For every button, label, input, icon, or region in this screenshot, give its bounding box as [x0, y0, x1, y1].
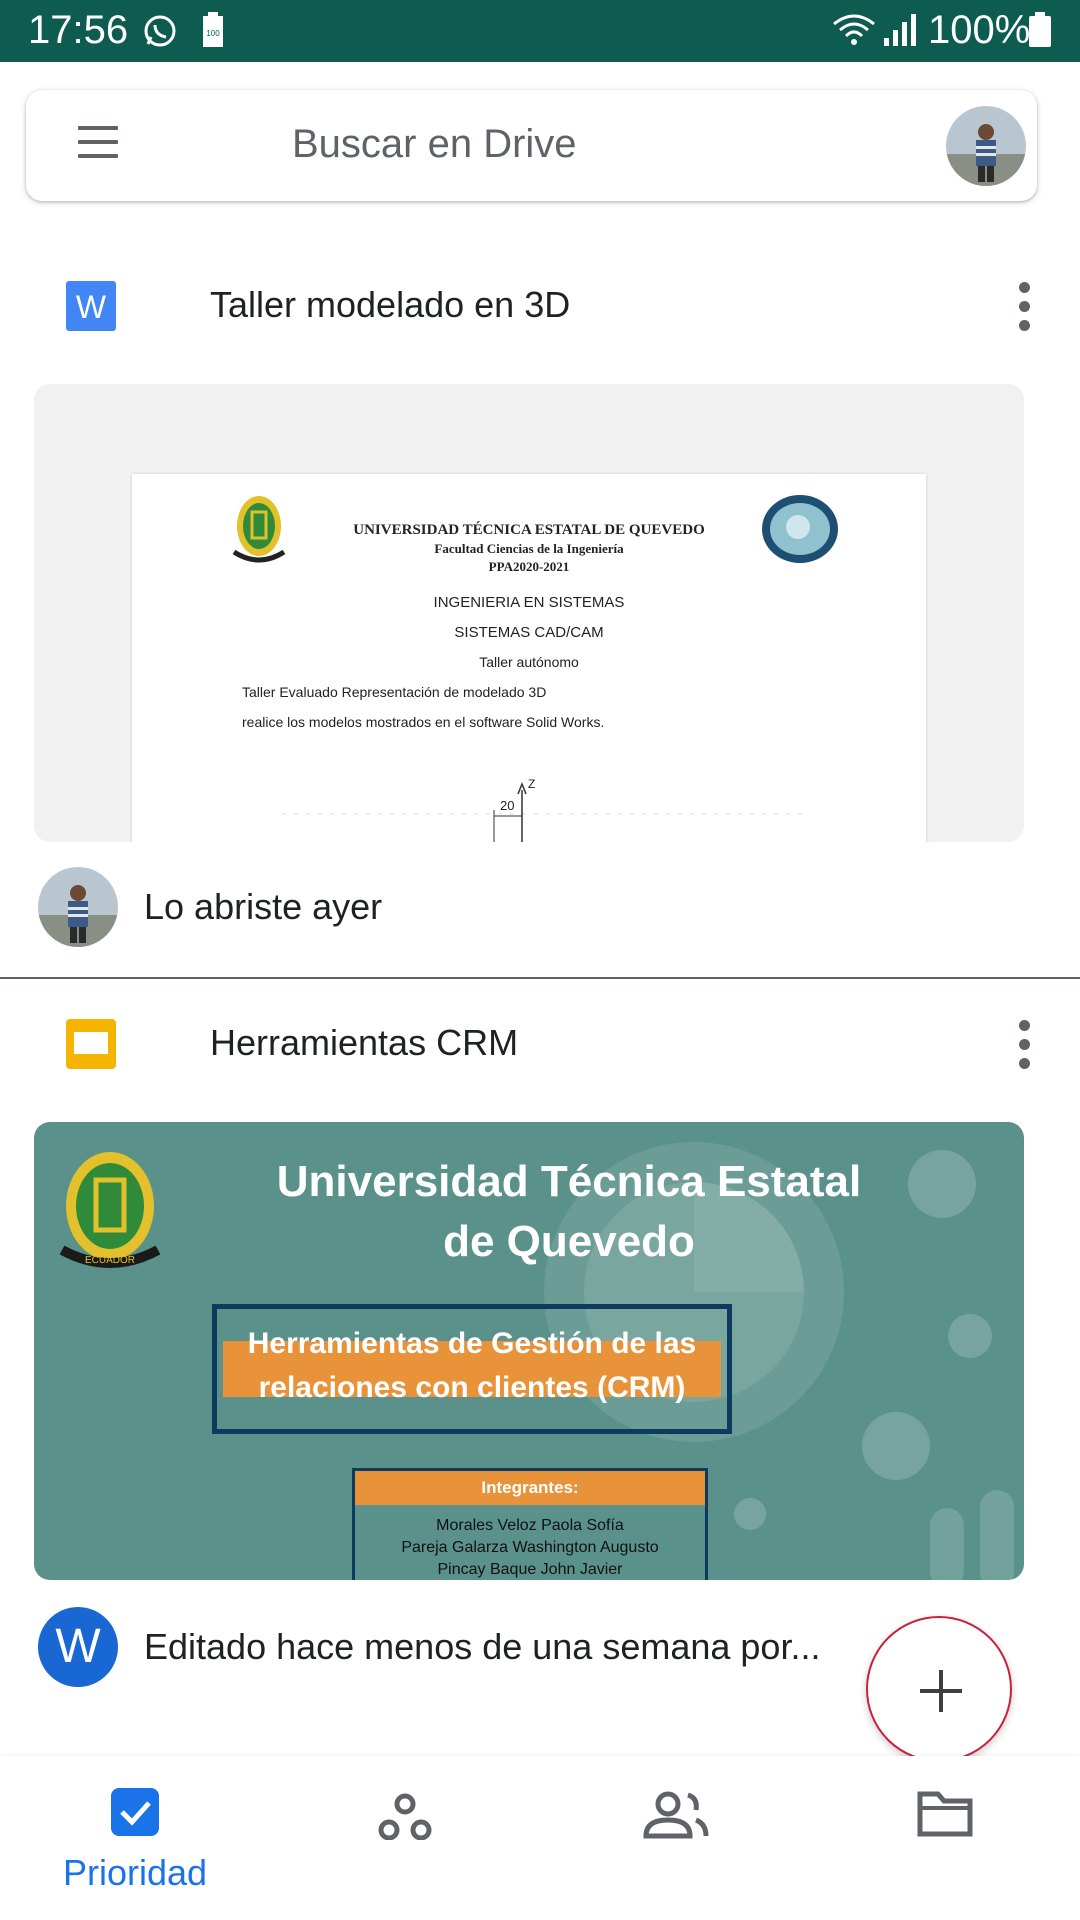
search-bar[interactable]: Buscar en Drive: [26, 90, 1037, 201]
battery-percent: 100%: [928, 8, 1031, 52]
nav-item-priority[interactable]: Prioridad: [0, 1756, 270, 1920]
svg-text:20: 20: [500, 798, 514, 813]
file-card-header[interactable]: W Taller modelado en 3D: [0, 256, 1080, 356]
account-avatar[interactable]: [946, 106, 1026, 186]
file-card-header[interactable]: Herramientas CRM: [0, 994, 1080, 1094]
new-button[interactable]: [866, 1616, 1012, 1762]
university-seal-icon: ECUADOR: [59, 1152, 161, 1268]
svg-text:Z: Z: [528, 777, 535, 791]
svg-text:100: 100: [206, 29, 220, 38]
activity-text: Editado hace menos de una semana por...: [144, 1626, 821, 1667]
bottom-navigation: Prioridad: [0, 1756, 1080, 1920]
slide-subtitle-line-1: Herramientas de Gestión de las: [247, 1327, 697, 1360]
file-title[interactable]: Taller modelado en 3D: [210, 284, 570, 326]
section-divider: [0, 977, 1080, 979]
doc-subject: SISTEMAS CAD/CAM: [454, 624, 604, 641]
member-name: Pincay Baque John Javier: [437, 1561, 623, 1578]
slide-subtitle-line-2: relaciones con clientes (CRM): [258, 1371, 686, 1404]
member-name: Morales Veloz Paola Sofía: [436, 1517, 624, 1534]
slide-members-box: Integrantes: Morales Veloz Paola Sofía P…: [352, 1468, 708, 1580]
doc-kind: Taller autónomo: [479, 654, 579, 670]
status-bar: 17:56 100 100%: [0, 0, 1080, 62]
activity-avatar: W: [38, 1607, 118, 1687]
suggested-icon: [378, 1793, 432, 1840]
members-header: Integrantes:: [355, 1471, 705, 1505]
hamburger-menu-icon[interactable]: [78, 126, 122, 166]
nav-item-shared[interactable]: [540, 1756, 810, 1920]
slide-title-line-2: de Quevedo: [443, 1217, 695, 1266]
more-options-icon[interactable]: [1014, 1020, 1034, 1070]
search-placeholder[interactable]: Buscar en Drive: [292, 122, 577, 167]
member-name: Pareja Galarza Washington Augusto: [401, 1539, 659, 1556]
nav-label: Prioridad: [62, 1852, 208, 1893]
faculty-logo-icon: [762, 495, 838, 563]
svg-text:ECUADOR: ECUADOR: [85, 1255, 135, 1266]
doc-line-1: Taller Evaluado Representación de modela…: [242, 684, 547, 700]
wifi-icon: [833, 14, 875, 45]
shared-people-icon: [643, 1791, 709, 1839]
plus-icon: [920, 1670, 962, 1712]
status-time: 17:56: [28, 8, 129, 52]
priority-check-icon: [111, 1788, 159, 1836]
slide-subtitle-box: Herramientas de Gestión de las relacione…: [212, 1304, 732, 1434]
document-page: UNIVERSIDAD TÉCNICA ESTATAL DE QUEVEDO F…: [132, 474, 926, 842]
technical-drawing: 20 Z: [282, 777, 802, 842]
slide-title-line-1: Universidad Técnica Estatal: [276, 1157, 862, 1206]
activity-text: Lo abriste ayer: [144, 886, 383, 927]
word-doc-icon: W: [66, 281, 116, 331]
nav-item-suggested[interactable]: [270, 1756, 540, 1920]
doc-career: INGENIERIA EN SISTEMAS: [433, 594, 625, 611]
activity-avatar: [38, 867, 118, 947]
signal-icon: [884, 14, 916, 46]
doc-line-2: realice los modelos mostrados en el soft…: [242, 714, 605, 730]
file-title[interactable]: Herramientas CRM: [210, 1022, 518, 1064]
file-preview-document[interactable]: UNIVERSIDAD TÉCNICA ESTATAL DE QUEVEDO F…: [34, 384, 1024, 842]
whatsapp-icon: [144, 15, 176, 47]
svg-text:W: W: [76, 289, 107, 325]
file-preview-slides[interactable]: ECUADOR Universidad Técnica Estatal de Q…: [34, 1122, 1024, 1580]
nav-item-files[interactable]: [810, 1756, 1080, 1920]
battery-full-notification-icon: 100: [202, 12, 224, 53]
folder-icon: [917, 1791, 973, 1837]
slides-icon: [66, 1019, 116, 1069]
battery-icon: [1029, 12, 1051, 47]
file-activity: Lo abriste ayer: [0, 862, 1080, 952]
more-options-icon[interactable]: [1014, 282, 1034, 332]
